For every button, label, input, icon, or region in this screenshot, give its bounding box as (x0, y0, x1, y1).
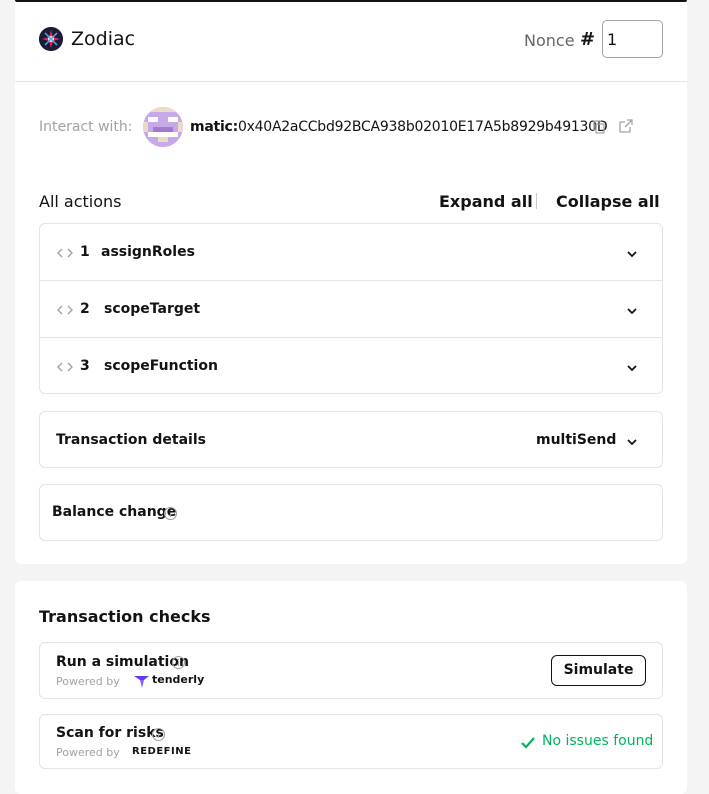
address-value: 0x40A2aCCbd92BCA938b02010E17A5b8929b4913… (237, 119, 608, 135)
action-number: 3 (80, 358, 90, 374)
info-icon[interactable] (151, 727, 166, 742)
app-name: Zodiac (71, 28, 136, 50)
chevron-down-icon[interactable] (625, 303, 639, 317)
copy-icon[interactable] (592, 119, 608, 135)
contract-address: matic:0x40A2aCCbd92BCA938b02010E17A5b892… (190, 119, 608, 135)
actions-list: 1 assignRoles 2 scopeTarget 3 scopeFunct… (39, 223, 663, 394)
action-row-3[interactable]: 3 scopeFunction (40, 337, 662, 394)
transaction-checks-title: Transaction checks (39, 607, 211, 626)
powered-by-label: Powered by (56, 746, 120, 759)
risk-status: No issues found (542, 733, 654, 749)
chain-prefix: matic: (190, 119, 238, 135)
nonce-input[interactable] (602, 20, 663, 58)
simulate-button[interactable]: Simulate (551, 655, 646, 686)
tenderly-logo-text: tenderly (152, 673, 205, 686)
address-avatar-icon (143, 107, 183, 147)
powered-by-label: Powered by (56, 675, 120, 688)
info-icon[interactable] (171, 655, 186, 670)
nonce-hash: # (580, 29, 596, 50)
risk-scan-panel: Scan for risks Powered by REDEFINE No is… (39, 714, 663, 769)
simulation-title: Run a simulation (56, 654, 189, 670)
transaction-details-accordion[interactable]: Transaction details multiSend (39, 411, 663, 468)
chevron-down-icon[interactable] (625, 434, 639, 448)
action-number: 1 (80, 244, 90, 260)
interact-label: Interact with: (39, 119, 133, 135)
risk-scan-title: Scan for risks (56, 725, 164, 741)
action-name: scopeTarget (104, 301, 201, 317)
all-actions-label: All actions (39, 192, 122, 211)
action-name: scopeFunction (104, 358, 218, 374)
info-icon[interactable] (163, 506, 178, 521)
expand-all-button[interactable]: Expand all (439, 192, 533, 211)
action-row-2[interactable]: 2 scopeTarget (40, 280, 662, 337)
transaction-details-title: Transaction details (56, 432, 206, 448)
transaction-details-method: multiSend (536, 432, 617, 448)
code-icon (57, 359, 73, 375)
zodiac-logo-icon (39, 27, 63, 51)
code-icon (57, 302, 73, 318)
collapse-all-button[interactable]: Collapse all (556, 192, 660, 211)
check-icon (519, 734, 537, 752)
balance-change-title: Balance change (52, 504, 177, 520)
balance-change-panel: Balance change (39, 484, 663, 541)
redefine-logo-text: REDEFINE (132, 746, 192, 757)
chevron-down-icon[interactable] (625, 246, 639, 260)
code-icon (57, 245, 73, 261)
external-link-icon[interactable] (619, 118, 635, 134)
nonce-label: Nonce (524, 31, 575, 50)
action-row-1[interactable]: 1 assignRoles (40, 224, 662, 281)
action-number: 2 (80, 301, 90, 317)
header: Zodiac Nonce # (15, 2, 687, 82)
divider (536, 193, 537, 209)
transaction-card: Zodiac Nonce # Interact with: matic:0x40… (15, 0, 687, 564)
transaction-checks-card: Transaction checks Run a simulation Powe… (15, 581, 687, 794)
chevron-down-icon[interactable] (625, 360, 639, 374)
tenderly-logo-icon (134, 674, 150, 688)
simulation-panel: Run a simulation Powered by tenderly Sim… (39, 642, 663, 699)
action-name: assignRoles (101, 244, 195, 260)
